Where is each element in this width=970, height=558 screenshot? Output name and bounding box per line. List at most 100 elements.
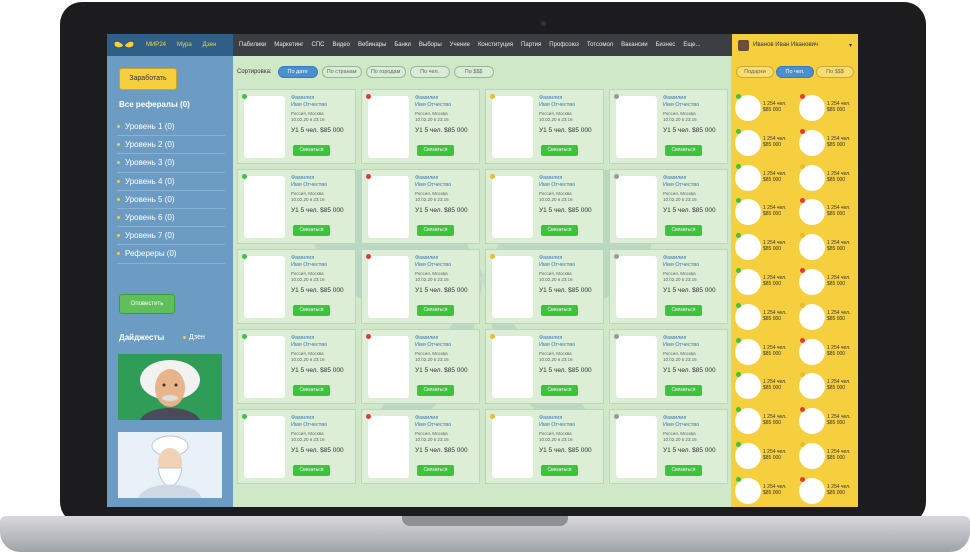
top-link[interactable]: Дзен <box>203 42 217 48</box>
contact-button[interactable]: Связаться <box>293 145 330 156</box>
person-card[interactable]: Фамилия Имя Отчество Россия, Москва 10.02.2… <box>609 89 728 164</box>
person-given-name[interactable]: Имя Отчество <box>663 422 699 428</box>
top-avatar[interactable] <box>799 199 825 226</box>
person-photo[interactable] <box>616 96 657 158</box>
person-given-name[interactable]: Имя Отчество <box>291 262 327 268</box>
person-card[interactable]: Фамилия Имя Отчество Россия, Москва 10.02.2… <box>237 409 356 484</box>
top-list-item[interactable]: 1 254 чел. $85 000 <box>799 127 858 162</box>
person-surname[interactable]: Фамилия <box>415 415 438 421</box>
sidebar-level-item[interactable]: Уровень 1 (0) <box>117 118 225 137</box>
contact-button[interactable]: Связаться <box>417 385 454 396</box>
person-surname[interactable]: Фамилия <box>663 95 686 101</box>
top-list-item[interactable]: 1 254 чел. $85 000 <box>735 162 795 197</box>
person-name[interactable]: Фамилия Имя Отчество <box>291 175 327 188</box>
contact-button[interactable]: Связаться <box>293 385 330 396</box>
top-list-item[interactable]: 1 254 чел. $85 000 <box>799 301 858 336</box>
contact-button[interactable]: Связаться <box>541 385 578 396</box>
person-given-name[interactable]: Имя Отчество <box>415 102 451 108</box>
person-surname[interactable]: Фамилия <box>415 335 438 341</box>
nav-item[interactable]: Еще... <box>683 42 700 48</box>
person-photo[interactable] <box>244 336 285 398</box>
contact-button[interactable]: Связаться <box>417 305 454 316</box>
person-photo[interactable] <box>492 336 533 398</box>
top-list-item[interactable]: 1 254 чел. $85 000 <box>735 231 795 266</box>
top-avatar[interactable] <box>735 234 761 261</box>
person-photo[interactable] <box>368 336 409 398</box>
top-list-item[interactable]: 1 254 чел. $85 000 <box>735 92 795 127</box>
person-given-name[interactable]: Имя Отчество <box>291 342 327 348</box>
person-given-name[interactable]: Имя Отчество <box>415 342 451 348</box>
sort-option[interactable]: По чел. <box>409 66 450 78</box>
butterfly-logo-icon[interactable] <box>113 39 135 51</box>
person-card[interactable]: Фамилия Имя Отчество Россия, Москва 10.02.2… <box>485 169 604 244</box>
contact-button[interactable]: Связаться <box>665 465 702 476</box>
nav-item[interactable]: Профсоюз <box>549 42 579 48</box>
person-photo[interactable] <box>368 416 409 478</box>
person-surname[interactable]: Фамилия <box>291 415 314 421</box>
person-photo[interactable] <box>616 176 657 238</box>
top-avatar[interactable] <box>799 373 825 400</box>
top-list-item[interactable]: 1 254 чел. $85 000 <box>735 440 795 475</box>
person-given-name[interactable]: Имя Отчество <box>539 182 575 188</box>
top-avatar[interactable] <box>735 373 761 400</box>
person-name[interactable]: Фамилия Имя Отчество <box>539 415 575 428</box>
top-list-item[interactable]: 1 254 чел. $85 000 <box>799 162 858 197</box>
top-list-item[interactable]: 1 254 чел. $85 000 <box>735 301 795 336</box>
person-name[interactable]: Фамилия Имя Отчество <box>539 95 575 108</box>
top-list-item[interactable]: 1 254 чел. $85 000 <box>735 475 795 507</box>
person-card[interactable]: Фамилия Имя Отчество Россия, Москва 10.02.2… <box>237 89 356 164</box>
person-card[interactable]: Фамилия Имя Отчество Россия, Москва 10.02.2… <box>237 249 356 324</box>
contact-button[interactable]: Связаться <box>665 385 702 396</box>
person-surname[interactable]: Фамилия <box>291 335 314 341</box>
person-name[interactable]: Фамилия Имя Отчество <box>539 255 575 268</box>
person-card[interactable]: Фамилия Имя Отчество Россия, Москва 10.02.2… <box>237 169 356 244</box>
notify-button[interactable]: Оповестить <box>119 294 175 314</box>
person-name[interactable]: Фамилия Имя Отчество <box>291 415 327 428</box>
nav-item[interactable]: Партия <box>521 42 541 48</box>
nav-item[interactable]: Банки <box>394 42 411 48</box>
person-given-name[interactable]: Имя Отчество <box>291 422 327 428</box>
nav-item[interactable]: Вебинары <box>358 42 386 48</box>
person-card[interactable]: Фамилия Имя Отчество Россия, Москва 10.02.2… <box>609 169 728 244</box>
right-filter-option[interactable]: По $$$ <box>816 66 854 78</box>
user-menu[interactable]: Иванов Иван Иванович ▾ <box>732 34 858 56</box>
digest-image-poet[interactable] <box>118 432 222 498</box>
referrals-title[interactable]: Все рефералы (0) <box>119 100 190 109</box>
person-photo[interactable] <box>244 176 285 238</box>
contact-button[interactable]: Связаться <box>293 465 330 476</box>
person-surname[interactable]: Фамилия <box>415 175 438 181</box>
person-photo[interactable] <box>492 176 533 238</box>
person-surname[interactable]: Фамилия <box>415 95 438 101</box>
digests-link[interactable]: Дзен <box>183 334 205 341</box>
person-given-name[interactable]: Имя Отчество <box>663 262 699 268</box>
top-list-item[interactable]: 1 254 чел. $85 000 <box>799 266 858 301</box>
nav-item[interactable]: Конституция <box>478 42 513 48</box>
sidebar-level-item[interactable]: Уровень 5 (0) <box>117 191 225 209</box>
top-list-item[interactable]: 1 254 чел. $85 000 <box>799 336 858 371</box>
top-link[interactable]: Мура <box>177 42 192 48</box>
nav-item[interactable]: Выборы <box>419 42 442 48</box>
person-card[interactable]: Фамилия Имя Отчество Россия, Москва 10.02.2… <box>609 409 728 484</box>
nav-item[interactable]: Пабилики <box>239 42 266 48</box>
person-surname[interactable]: Фамилия <box>539 255 562 261</box>
person-photo[interactable] <box>244 96 285 158</box>
top-list-item[interactable]: 1 254 чел. $85 000 <box>799 440 858 475</box>
person-name[interactable]: Фамилия Имя Отчество <box>415 175 451 188</box>
person-given-name[interactable]: Имя Отчество <box>415 262 451 268</box>
contact-button[interactable]: Связаться <box>665 305 702 316</box>
person-surname[interactable]: Фамилия <box>415 255 438 261</box>
person-given-name[interactable]: Имя Отчество <box>539 262 575 268</box>
person-given-name[interactable]: Имя Отчество <box>291 182 327 188</box>
person-surname[interactable]: Фамилия <box>539 415 562 421</box>
top-avatar[interactable] <box>799 234 825 261</box>
sort-option[interactable]: По $$$ <box>453 66 494 78</box>
person-given-name[interactable]: Имя Отчество <box>663 342 699 348</box>
person-name[interactable]: Фамилия Имя Отчество <box>539 335 575 348</box>
sidebar-level-item[interactable]: Уровень 3 (0) <box>117 154 225 173</box>
top-list-item[interactable]: 1 254 чел. $85 000 <box>799 92 858 127</box>
person-given-name[interactable]: Имя Отчество <box>663 102 699 108</box>
top-list-item[interactable]: 1 254 чел. $85 000 <box>735 196 795 231</box>
contact-button[interactable]: Связаться <box>541 225 578 236</box>
person-photo[interactable] <box>616 256 657 318</box>
person-name[interactable]: Фамилия Имя Отчество <box>663 175 699 188</box>
